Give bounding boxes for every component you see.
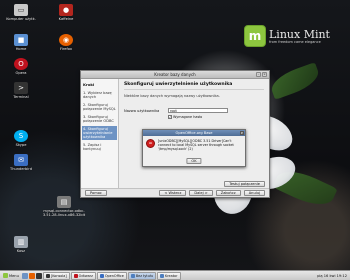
- password-required-checkbox[interactable]: ✓: [168, 115, 172, 119]
- leaf-decoration: [267, 62, 323, 100]
- desktop-icon-label: Thunderbird: [10, 167, 32, 171]
- error-dialog: OpenOffice.org Base × – [unixODBC][MySQL…: [142, 129, 246, 167]
- wizard-step-5[interactable]: 5. Zapisz i kontynuuj: [82, 142, 117, 152]
- password-required-label: Wymagane hasło: [173, 115, 203, 119]
- page-heading: Skonfiguruj uwierzytelnienie użytkownika: [124, 82, 264, 90]
- close-icon[interactable]: ×: [240, 131, 244, 135]
- desktop-icon-trash[interactable]: ▥ Kosz: [3, 236, 39, 253]
- menu-label: Menu: [9, 273, 19, 278]
- clock[interactable]: pią 16 kwi 19:12: [315, 274, 349, 278]
- taskbar-item[interactable]: OpenOffice: [96, 271, 127, 280]
- desktop-icon-label: Komputer użytk.: [6, 17, 36, 21]
- desktop-icon-home[interactable]: ■ Home: [3, 34, 39, 51]
- username-label: Nazwa użytkownika: [124, 108, 160, 113]
- back-button[interactable]: < Wstecz: [159, 190, 187, 196]
- thunderbird-icon: ✉: [14, 154, 28, 166]
- wizard-icon: [160, 273, 165, 278]
- terminal-icon: [45, 273, 50, 278]
- desktop-icon-label: Opera: [15, 71, 27, 75]
- taskbar-item-label: Kreator: [165, 273, 178, 278]
- taskbar-item-label: Bez tytułu: [135, 273, 154, 278]
- cancel-button[interactable]: Anuluj: [243, 190, 265, 196]
- wizard-footer: Pomoc < Wstecz Dalej > Zakończ Anuluj: [81, 188, 269, 197]
- desktop-icon-label: Kaffeine: [58, 17, 74, 21]
- taskbar: Menu [Konsola] Odtwarz OpenOffice Bez ty…: [0, 270, 350, 280]
- wizard-step-2[interactable]: 2. Skonfiguruj połączenie MySQL: [82, 102, 117, 112]
- close-icon[interactable]: ×: [262, 72, 267, 77]
- taskbar-item[interactable]: [Konsola]: [42, 271, 70, 280]
- taskbar-item-label: [Konsola]: [50, 273, 67, 278]
- archive-icon: ▤: [57, 196, 71, 208]
- minimize-icon[interactable]: –: [256, 72, 261, 77]
- opera-icon: O: [14, 58, 28, 70]
- desktop-icon-firefox[interactable]: ◉ Firefox: [48, 34, 84, 51]
- kaffeine-icon: ●: [59, 4, 73, 16]
- error-dialog-title: OpenOffice.org Base: [175, 131, 213, 135]
- taskbar-item-label: Odtwarz: [78, 273, 93, 278]
- mint-menu-icon: [3, 273, 8, 278]
- desktop-icon-label: mysql-connector-odbc-3.51.28-linux-x86-3…: [42, 209, 86, 217]
- taskbar-item[interactable]: Kreator: [157, 271, 181, 280]
- next-button[interactable]: Dalej >: [189, 190, 213, 196]
- taskbar-item-label: OpenOffice: [104, 273, 124, 278]
- desktop-icon-skype[interactable]: S Skype: [3, 130, 39, 147]
- steps-title: Kroki: [83, 82, 95, 87]
- desktop-icon-kaffeine[interactable]: ● Kaffeine: [48, 4, 84, 21]
- openoffice-icon: [99, 273, 104, 278]
- test-connection-button[interactable]: Testuj połączenie: [224, 181, 265, 187]
- window-title: Kreator bazy danych: [154, 72, 196, 77]
- terminal-launcher-icon[interactable]: [35, 272, 42, 279]
- base-icon: [130, 273, 135, 278]
- wizard-step-1[interactable]: 1. Wybierz bazę danych: [82, 90, 117, 100]
- wizard-steps-panel: Kroki 1. Wybierz bazę danych 2. Skonfigu…: [81, 79, 119, 191]
- show-desktop-icon[interactable]: [21, 272, 28, 279]
- page-description: Niektóre bazy danych wymagają nazwy użyt…: [124, 94, 220, 98]
- mint-leaf-icon: m: [244, 25, 266, 47]
- error-icon: –: [146, 139, 155, 148]
- desktop-icon-connector[interactable]: ▤ mysql-connector-odbc-3.51.28-linux-x86…: [42, 196, 86, 217]
- linux-mint-logo: m Linux Mint from freedom came elegance: [244, 24, 336, 48]
- desktop-icon-label: Kosz: [16, 249, 26, 253]
- terminal-icon: >: [14, 82, 28, 94]
- desktop-icon-komputer[interactable]: ▭ Komputer użytk.: [3, 4, 39, 21]
- wizard-step-4[interactable]: 4. Skonfiguruj uwierzytelnianie użytkown…: [82, 126, 117, 140]
- brand-name: Linux Mint: [269, 27, 330, 41]
- player-icon: [73, 273, 78, 278]
- home-folder-icon: ■: [14, 34, 28, 46]
- skype-icon: S: [14, 130, 28, 142]
- help-button[interactable]: Pomoc: [85, 190, 107, 196]
- brand-tagline: from freedom came elegance: [269, 39, 321, 44]
- desktop-icon-label: Skype: [15, 143, 27, 147]
- finish-button[interactable]: Zakończ: [215, 190, 241, 196]
- wizard-step-3[interactable]: 3. Skonfiguruj połączenie ODBC: [82, 114, 117, 124]
- ok-button[interactable]: OK: [186, 158, 202, 164]
- menu-button[interactable]: Menu: [1, 272, 21, 280]
- komputer-icon: ▭: [14, 4, 28, 16]
- taskbar-item[interactable]: Bez tytułu: [127, 271, 157, 280]
- desktop-icon-label: Home: [15, 47, 27, 51]
- desktop-icon-opera[interactable]: O Opera: [3, 58, 39, 75]
- desktop-icon-thunderbird[interactable]: ✉ Thunderbird: [3, 154, 39, 171]
- error-message: [unixODBC][MySQL][ODBC 3.51 Driver]Can't…: [158, 139, 234, 152]
- desktop-icon-terminal[interactable]: > Terminal: [3, 82, 39, 99]
- username-field[interactable]: root: [168, 108, 228, 113]
- desktop-icon-label: Terminal: [13, 95, 29, 99]
- window-titlebar[interactable]: Kreator bazy danych – ×: [81, 71, 269, 79]
- taskbar-item[interactable]: Odtwarz: [70, 271, 96, 280]
- trash-icon: ▥: [14, 236, 28, 248]
- firefox-launcher-icon[interactable]: [28, 272, 35, 279]
- error-dialog-titlebar[interactable]: OpenOffice.org Base ×: [143, 130, 245, 136]
- firefox-icon: ◉: [59, 34, 73, 46]
- desktop-icon-label: Firefox: [60, 47, 72, 51]
